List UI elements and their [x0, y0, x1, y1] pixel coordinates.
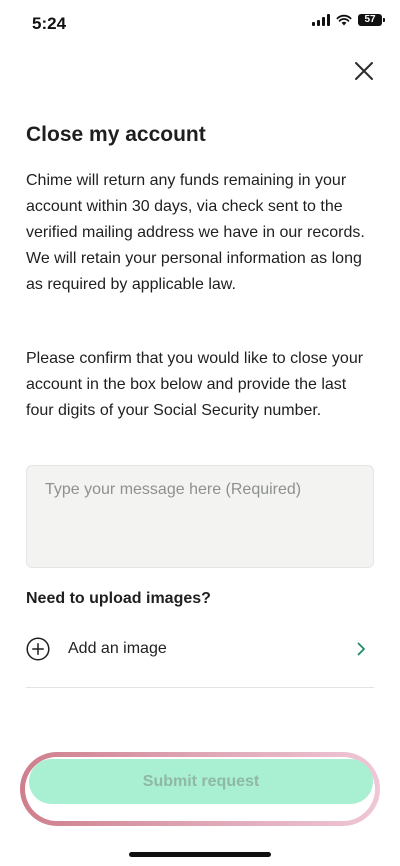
plus-circle-icon — [26, 637, 50, 661]
chevron-right-icon — [357, 642, 365, 656]
submit-request-button[interactable]: Submit request — [29, 759, 373, 804]
page-title: Close my account — [26, 123, 206, 146]
upload-images-heading: Need to upload images? — [26, 590, 211, 607]
home-indicator — [129, 852, 271, 857]
battery-icon: 57 — [358, 14, 385, 26]
close-icon — [355, 62, 373, 80]
funds-return-notice: Chime will return any funds remaining in… — [26, 172, 365, 293]
confirmation-instructions: Please confirm that you would like to cl… — [26, 350, 364, 419]
signal-icon — [312, 14, 330, 26]
add-image-label: Add an image — [68, 640, 167, 657]
status-bar: 5:24 57 — [0, 0, 400, 48]
close-button[interactable] — [349, 56, 379, 86]
status-time: 5:24 — [32, 14, 67, 33]
wifi-icon — [336, 14, 352, 26]
status-icons: 57 — [312, 14, 385, 26]
message-input[interactable] — [26, 465, 374, 568]
battery-level: 57 — [364, 14, 376, 25]
divider — [26, 687, 374, 688]
add-image-button[interactable]: Add an image — [26, 628, 374, 670]
